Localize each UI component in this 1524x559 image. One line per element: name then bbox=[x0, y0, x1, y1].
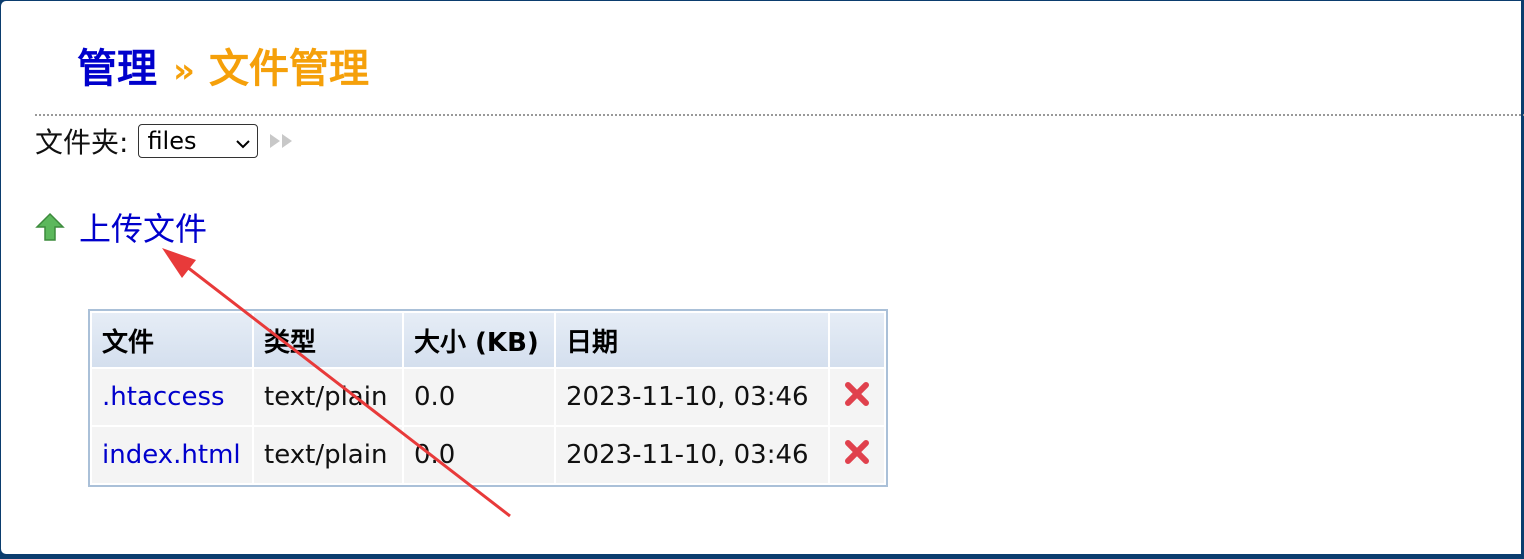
file-type: text/plain bbox=[254, 427, 402, 483]
file-date: 2023-11-10, 03:46 bbox=[556, 427, 828, 483]
red-x-icon bbox=[845, 439, 869, 464]
header-actions bbox=[830, 313, 884, 367]
upload-file-link[interactable]: 上传文件 bbox=[79, 204, 207, 250]
double-triangle-right-icon bbox=[270, 134, 293, 148]
content-frame: 管理» 文件管理 文件夹: files 上传文件 文件 类型 大小 (KB) 日… bbox=[0, 0, 1524, 555]
table-row: index.html text/plain 0.0 2023-11-10, 03… bbox=[92, 427, 884, 483]
table-row: .htaccess text/plain 0.0 2023-11-10, 03:… bbox=[92, 369, 884, 425]
file-size: 0.0 bbox=[404, 369, 554, 425]
red-x-icon bbox=[845, 381, 869, 406]
file-type: text/plain bbox=[254, 369, 402, 425]
page-title: 管理 » 文件管理 bbox=[77, 41, 369, 99]
header-date: 日期 bbox=[556, 313, 828, 367]
file-size: 0.0 bbox=[404, 427, 554, 483]
folder-select-value: files bbox=[147, 127, 197, 155]
breadcrumb-separator: » bbox=[173, 51, 195, 91]
delete-button[interactable] bbox=[830, 427, 884, 483]
header-type: 类型 bbox=[254, 313, 402, 367]
upload-row: 上传文件 bbox=[35, 205, 207, 249]
breadcrumb-current: 文件管理 bbox=[208, 46, 369, 92]
table-header-row: 文件 类型 大小 (KB) 日期 bbox=[92, 313, 884, 367]
header-file: 文件 bbox=[92, 313, 252, 367]
header-size: 大小 (KB) bbox=[404, 313, 554, 367]
go-button[interactable] bbox=[268, 131, 296, 151]
file-link[interactable]: .htaccess bbox=[102, 382, 225, 412]
file-date: 2023-11-10, 03:46 bbox=[556, 369, 828, 425]
folder-selector-row: 文件夹: files bbox=[35, 121, 296, 161]
file-link[interactable]: index.html bbox=[102, 440, 241, 470]
chevron-down-icon bbox=[235, 127, 251, 155]
breadcrumb-admin-link[interactable]: 管理 bbox=[77, 46, 157, 92]
files-table: 文件 类型 大小 (KB) 日期 .htaccess text/plain 0.… bbox=[88, 309, 888, 487]
folder-label: 文件夹: bbox=[35, 126, 129, 159]
folder-select[interactable]: files bbox=[138, 124, 259, 158]
green-up-arrow-icon bbox=[35, 212, 65, 241]
dotted-divider bbox=[35, 114, 1524, 116]
delete-button[interactable] bbox=[830, 369, 884, 425]
